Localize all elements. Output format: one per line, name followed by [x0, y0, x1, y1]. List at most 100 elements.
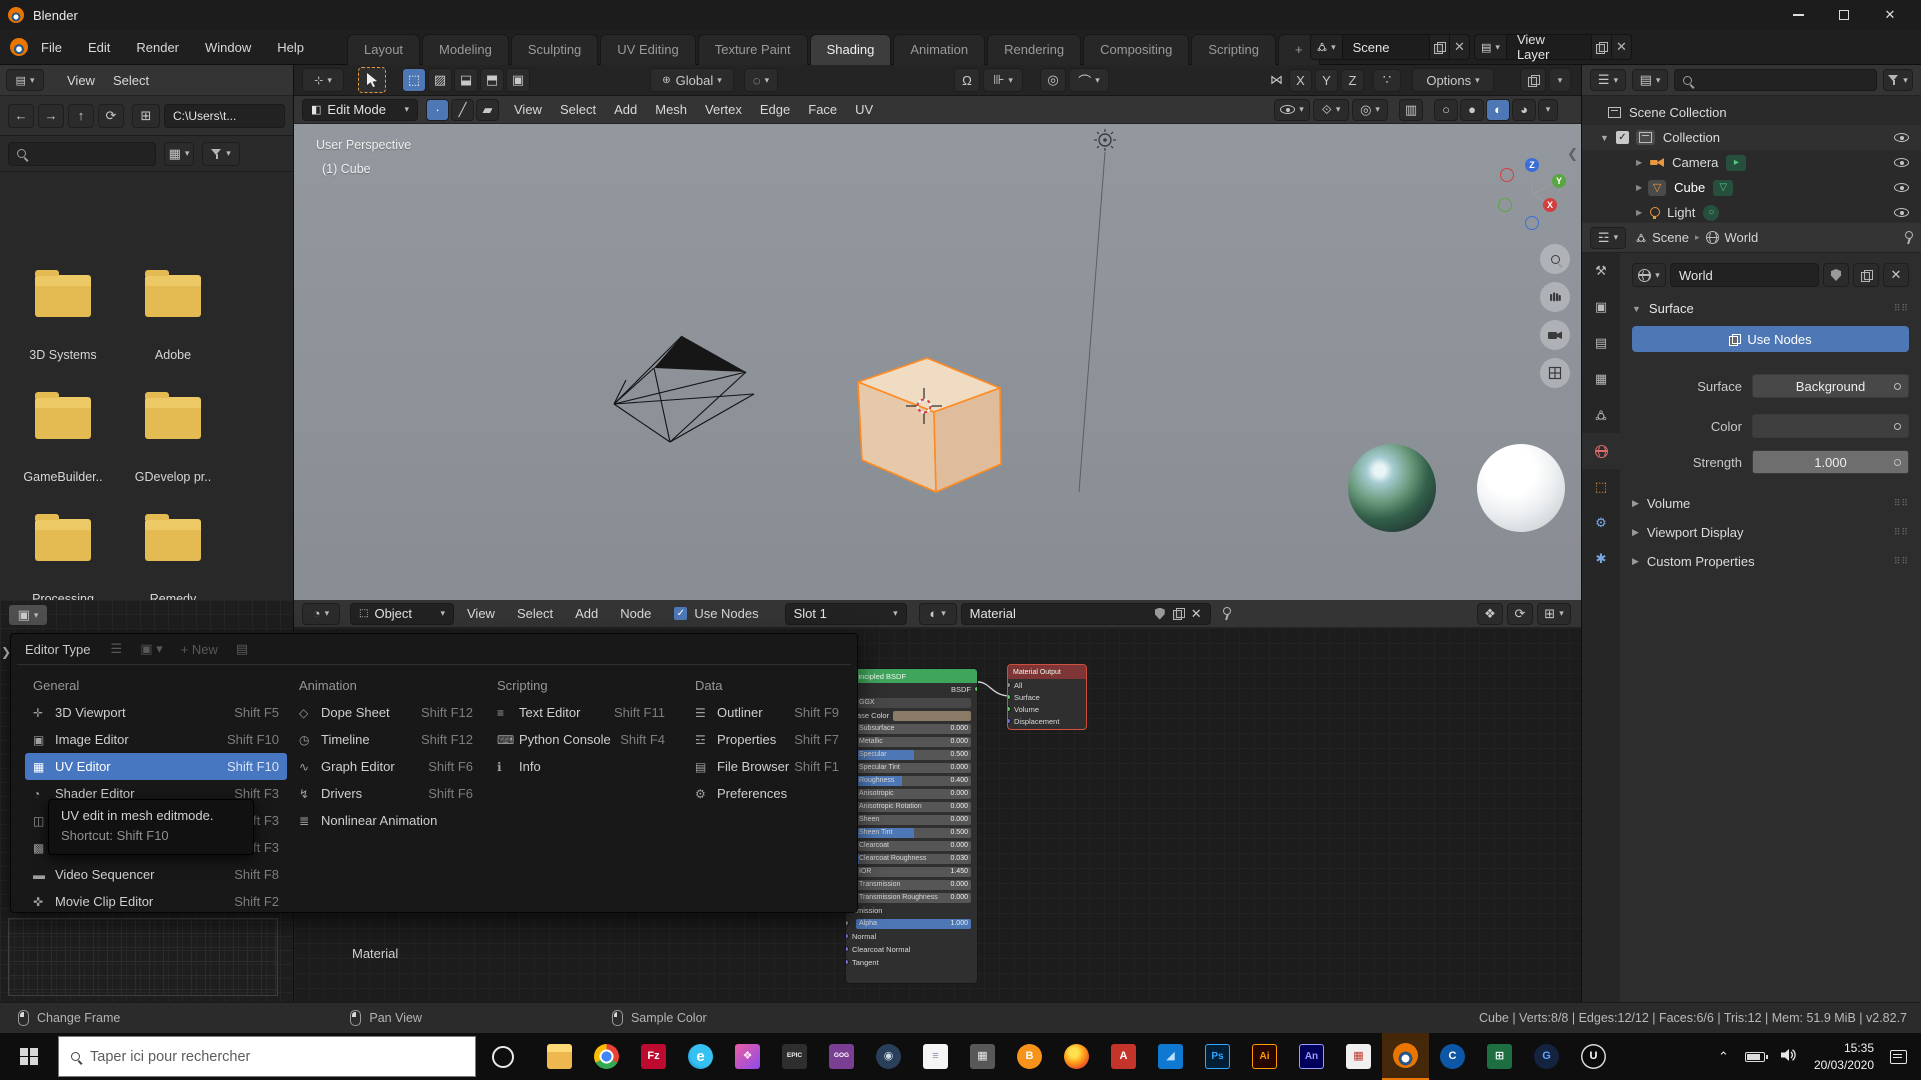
shader-menu-add[interactable]: Add [566, 606, 607, 621]
create-directory-button[interactable]: ⊞ [132, 104, 160, 128]
view-layer-copy-button[interactable] [1591, 35, 1611, 59]
mirror-x-button[interactable]: X [1289, 69, 1312, 92]
shader-editor-type-button[interactable]: ◔▾ [302, 603, 340, 625]
collection-checkbox[interactable]: ✓ [1616, 131, 1629, 144]
node-slider-row[interactable]: Clearcoat Roughness0.030 [846, 852, 977, 865]
taskbar-app[interactable]: ◢ [1147, 1033, 1194, 1080]
mode-dropdown[interactable]: ◧Edit Mode▾ [302, 99, 418, 121]
taskbar-app[interactable]: U [1570, 1033, 1617, 1080]
viewport-menu-view[interactable]: View [505, 102, 551, 117]
select-box-button[interactable]: ⬚ [402, 68, 426, 92]
menu-item-python-console[interactable]: ⌨Python ConsoleShift F4 [489, 726, 673, 753]
active-tool-dropdown[interactable]: ⊹▾ [302, 68, 344, 92]
node-slider-row[interactable]: Anisotropic0.000 [846, 787, 977, 800]
cursor-tool-button[interactable] [358, 67, 386, 93]
region-expand-arrow[interactable]: ❯ [1, 645, 11, 659]
outliner-display-mode-button[interactable]: ▤▾ [1632, 69, 1668, 91]
world-name-field[interactable]: World [1670, 263, 1819, 287]
taskbar-app[interactable]: ▦ [959, 1033, 1006, 1080]
taskbar-app[interactable]: A [1100, 1033, 1147, 1080]
scene-unlink-button[interactable]: ✕ [1449, 35, 1469, 59]
vertex-select-button[interactable]: ∙ [426, 99, 449, 121]
new-copy-button[interactable] [1853, 263, 1879, 287]
disclosure-triangle[interactable]: ▼ [1600, 133, 1609, 143]
visibility-dropdown[interactable]: ▾ [1274, 99, 1310, 121]
tab-layout[interactable]: Layout [347, 34, 420, 65]
snap-curve-icon[interactable]: ∵ [1373, 69, 1401, 92]
taskbar-app[interactable]: ≡ [912, 1033, 959, 1080]
taskbar-app[interactable]: B [1006, 1033, 1053, 1080]
taskbar-app[interactable]: ▦ [1335, 1033, 1382, 1080]
viewport-menu-mesh[interactable]: Mesh [646, 102, 696, 117]
node-snap-dropdown[interactable]: ⊞▾ [1537, 603, 1571, 625]
folder-item[interactable]: 3D Systems [8, 275, 118, 362]
breadcrumb-scene[interactable]: Scene [1652, 230, 1689, 245]
menu-item-movie-clip-editor[interactable]: ✜Movie Clip EditorShift F2 [25, 888, 287, 915]
mesh-data-badge[interactable]: ▽ [1713, 180, 1733, 196]
gizmo-z-neg[interactable] [1525, 216, 1539, 230]
node-slider-row[interactable]: Clearcoat0.000 [846, 839, 977, 852]
outliner-row-camera[interactable]: ▶ Camera ▸ [1582, 150, 1921, 175]
viewport-menu-vertex[interactable]: Vertex [696, 102, 751, 117]
properties-editor-type-button[interactable]: ☲▾ [1590, 227, 1626, 249]
folder-item[interactable]: Remedy [118, 519, 228, 600]
solid-shading-button[interactable]: ● [1460, 99, 1484, 121]
taskbar-app[interactable]: Ai [1241, 1033, 1288, 1080]
menu-item-timeline[interactable]: ◷TimelineShift F12 [291, 726, 481, 753]
face-select-button[interactable]: ▰ [476, 99, 499, 121]
editor-copy-button[interactable] [1520, 68, 1546, 92]
strength-slider[interactable]: 1.000 [1752, 450, 1909, 474]
tab-world-active[interactable] [1582, 433, 1620, 469]
menu-item-file-browser[interactable]: ▤File BrowserShift F1 [687, 753, 847, 780]
viewport-menu-uv[interactable]: UV [846, 102, 882, 117]
view-layer-name[interactable]: View Layer [1507, 35, 1591, 59]
cortana-button[interactable] [476, 1033, 530, 1080]
volume-panel-header[interactable]: ▶ Volume ⠿⠿ [1632, 496, 1909, 511]
gizmo-z-axis[interactable]: Z [1525, 158, 1539, 172]
file-browser-editor-type-button[interactable]: ▤▾ [6, 69, 44, 91]
viewport-display-panel-header[interactable]: ▶ Viewport Display ⠿⠿ [1632, 525, 1909, 540]
gizmo-dropdown[interactable]: ⟐▾ [1313, 99, 1349, 121]
file-browser-menu-view[interactable]: View [58, 73, 104, 88]
node-slider-row[interactable]: Subsurface0.000 [846, 722, 977, 735]
menu-window[interactable]: Window [192, 40, 264, 55]
material-name-field[interactable]: Material ✕ [961, 603, 1211, 625]
menu-item-nonlinear-animation[interactable]: ≣Nonlinear Animation [291, 807, 481, 834]
fake-user-button[interactable] [1823, 263, 1849, 287]
taskbar-clock[interactable]: 15:35 20/03/2020 [1814, 1040, 1874, 1072]
shader-menu-view[interactable]: View [458, 606, 504, 621]
taskbar-search-box[interactable]: Taper ici pour rechercher [58, 1036, 476, 1077]
node-slider-row[interactable]: Specular0.500 [846, 748, 977, 761]
snap-node-button[interactable]: ❖ [1477, 603, 1503, 625]
pin-material-icon[interactable] [1221, 607, 1231, 620]
outliner-row-cube[interactable]: ▶ ▽ Cube ▽ [1582, 175, 1921, 200]
taskbar-app[interactable]: ◉ [865, 1033, 912, 1080]
tab-tool[interactable]: ⚒ [1582, 253, 1620, 289]
world-datablock-dropdown[interactable]: ▾ [1632, 263, 1666, 287]
taskbar-app[interactable]: EPIC [771, 1033, 818, 1080]
outliner-editor-type-button[interactable]: ☰▾ [1590, 69, 1626, 91]
use-nodes-toggle[interactable]: ✓ Use Nodes [674, 606, 758, 621]
disclosure-triangle[interactable]: ▶ [1636, 183, 1642, 192]
pan-gizmo[interactable] [1540, 282, 1570, 312]
tab-rendering[interactable]: Rendering [987, 34, 1081, 65]
filter-button[interactable]: ▾ [202, 142, 240, 166]
outliner-search-input[interactable] [1674, 69, 1877, 91]
menu-item-preferences[interactable]: ⚙Preferences [687, 780, 847, 807]
menu-item-outliner[interactable]: ☰OutlinerShift F9 [687, 699, 847, 726]
tab-view-layer[interactable]: ▦ [1582, 361, 1620, 397]
tab-animation[interactable]: Animation [893, 34, 985, 65]
maximize-button[interactable] [1821, 0, 1867, 30]
viewport-menu-edge[interactable]: Edge [751, 102, 799, 117]
minimize-button[interactable] [1775, 0, 1821, 30]
battery-icon[interactable] [1745, 1052, 1765, 1062]
light-data-badge[interactable]: ○ [1703, 205, 1719, 221]
snap-magnet-toggle[interactable]: Ω [954, 68, 980, 92]
slot-dropdown[interactable]: Slot 1▾ [785, 603, 907, 625]
light-object[interactable] [1074, 124, 1134, 504]
display-mode-button[interactable]: ▦▾ [164, 142, 194, 166]
perspective-toggle-gizmo[interactable] [1540, 358, 1570, 388]
overlay-node-button[interactable]: ⟳ [1507, 603, 1533, 625]
viewport-menu-add[interactable]: Add [605, 102, 646, 117]
node-slider-row[interactable]: Transmission Roughness0.000 [846, 891, 977, 904]
